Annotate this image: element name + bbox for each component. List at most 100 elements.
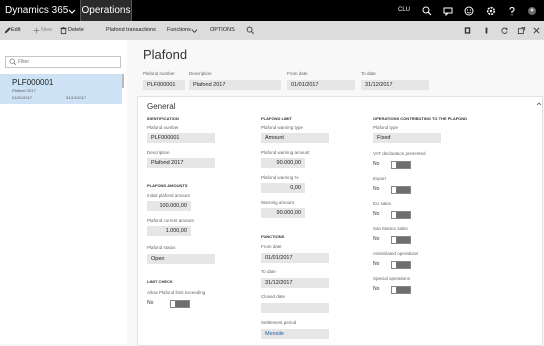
filter-box[interactable] xyxy=(5,56,121,68)
search-icon[interactable] xyxy=(246,26,255,35)
header-description-field[interactable]: Plafond 2017 xyxy=(189,80,281,90)
description-field[interactable]: Plafond 2017 xyxy=(147,158,215,168)
san-marino-sales-value: No xyxy=(373,236,380,242)
export-toggle[interactable] xyxy=(391,186,411,194)
vat-declaration-value: No xyxy=(373,161,380,167)
plafond-limit-heading: PLAFOND LIMIT xyxy=(261,116,292,121)
options-tab[interactable]: OPTIONS xyxy=(210,21,235,40)
plafond-number-label: Plafond number xyxy=(147,125,179,130)
closed-date-label: Closed date xyxy=(261,294,286,299)
vat-declaration-label: VAT declaration presented xyxy=(373,151,426,156)
refresh-icon[interactable] xyxy=(500,26,509,35)
settlement-period-field[interactable]: Mensile xyxy=(261,329,329,339)
close-icon[interactable] xyxy=(532,26,541,35)
plafond-amounts-heading: PLAFOND AMOUNTS xyxy=(147,183,188,188)
functions-from-date-label: From date xyxy=(261,244,282,249)
eu-sales-toggle[interactable] xyxy=(391,211,411,219)
special-operations-toggle[interactable] xyxy=(391,286,411,294)
list-item-description: Plafond 2017 xyxy=(12,88,36,93)
settlement-period-label: Settlement period xyxy=(261,320,297,325)
plafond-type-label: Plafond type xyxy=(373,125,399,130)
initial-amount-field[interactable]: 100.000,00 xyxy=(147,201,191,211)
eu-sales-label: EU sales xyxy=(373,201,392,206)
attachment-icon[interactable] xyxy=(482,26,491,35)
export-value: No xyxy=(373,186,380,192)
gear-icon[interactable] xyxy=(486,6,496,16)
assimilated-operations-value: No xyxy=(373,261,380,267)
header-number-field[interactable]: PLF000001 xyxy=(143,80,185,90)
smiley-icon[interactable] xyxy=(464,6,474,16)
office-icon[interactable] xyxy=(463,26,472,35)
header-from-date-field[interactable]: 01/01/2017 xyxy=(287,80,355,90)
assimilated-operations-toggle[interactable] xyxy=(391,261,411,269)
allow-limit-exceeding-toggle[interactable] xyxy=(170,300,190,308)
current-amount-field[interactable]: 1.000,00 xyxy=(147,226,191,236)
chevron-down-icon[interactable] xyxy=(67,6,77,16)
initial-amount-label: Initial plafond amount xyxy=(147,193,190,198)
list-item-to-date: 31/12/2017 xyxy=(66,95,87,100)
header-number-label: Plafond number xyxy=(143,71,175,76)
eu-sales-value: No xyxy=(373,211,380,217)
chevron-up-icon[interactable] xyxy=(536,100,542,108)
operations-heading: OPERATIONS CONTRIBUTING TO THE PLAFOND xyxy=(373,116,468,121)
limit-check-heading: LIMIT CHECK xyxy=(147,279,173,284)
plafond-number-field[interactable]: PLF000001 xyxy=(147,133,215,143)
chat-icon[interactable] xyxy=(443,6,453,16)
warning-amount-label: Plafond warning amount xyxy=(261,150,310,155)
header-from-label: From date xyxy=(287,71,308,76)
warning-type-field[interactable]: Amount xyxy=(261,133,329,143)
warn-amount-field[interactable]: 90.000,00 xyxy=(261,208,305,218)
identification-heading: IDENTIFICATION xyxy=(147,116,179,121)
delete-button[interactable]: Delete xyxy=(68,21,84,40)
list-item-number: PLF000001 xyxy=(12,78,54,87)
new-button[interactable]: New xyxy=(41,21,52,40)
module-name[interactable]: Operations xyxy=(80,0,132,21)
warning-amount-field[interactable]: 90.000,00 xyxy=(261,158,305,168)
vat-declaration-toggle[interactable] xyxy=(391,161,411,169)
allow-limit-exceeding-value: No xyxy=(147,300,154,306)
plafond-status-label: Plafond status xyxy=(147,245,176,250)
header-to-label: To date xyxy=(361,71,376,76)
chevron-down-icon[interactable] xyxy=(190,26,199,35)
current-amount-label: Plafond current amount xyxy=(147,218,194,223)
plafond-status-field[interactable]: Open xyxy=(147,254,215,264)
allow-limit-exceeding-label: Allow Plafond limit exceeding xyxy=(147,290,206,295)
warning-percent-field[interactable]: 0,00 xyxy=(261,183,305,193)
plafond-type-field[interactable]: Fixed xyxy=(373,133,441,143)
help-icon[interactable] xyxy=(507,6,517,16)
functions-menu[interactable]: Functions xyxy=(167,21,191,40)
warning-percent-label: Plafond warning % xyxy=(261,175,299,180)
general-fasttab-title[interactable]: General xyxy=(147,102,175,111)
company-picker[interactable]: CLU xyxy=(398,0,410,21)
warning-type-label: Plafond warning type xyxy=(261,125,304,130)
list-item[interactable]: PLF000001 Plafond 2017 01/01/2017 31/12/… xyxy=(0,74,122,104)
search-icon xyxy=(9,58,17,66)
functions-heading: FUNCTIONS xyxy=(261,234,285,239)
header-to-date-field[interactable]: 31/12/2017 xyxy=(361,80,429,90)
list-scrollbar[interactable] xyxy=(122,74,124,88)
closed-date-field[interactable] xyxy=(261,303,329,313)
toggle-knob xyxy=(392,262,397,268)
search-icon[interactable] xyxy=(422,6,432,16)
action-pane: Edit New Delete Plafond transactions Fun… xyxy=(0,21,544,41)
edit-button[interactable]: Edit xyxy=(11,21,20,40)
record-list-pane: PLF000001 Plafond 2017 01/01/2017 31/12/… xyxy=(0,40,128,344)
app-title[interactable]: Dynamics 365 xyxy=(5,0,68,21)
toggle-knob xyxy=(392,237,397,243)
open-in-new-window-icon[interactable] xyxy=(517,26,526,35)
san-marino-sales-toggle[interactable] xyxy=(391,236,411,244)
functions-to-date-field[interactable]: 31/12/2017 xyxy=(261,278,329,288)
assimilated-operations-label: Assimilated operations xyxy=(373,251,419,256)
functions-from-date-field[interactable]: 01/01/2017 xyxy=(261,253,329,263)
toggle-knob xyxy=(392,212,397,218)
general-fasttab: General IDENTIFICATION Plafond number PL… xyxy=(137,96,543,346)
top-navigation-bar: Dynamics 365 Operations CLU xyxy=(0,0,544,21)
plafond-transactions-button[interactable]: Plafond transactions xyxy=(106,21,156,40)
user-icon[interactable] xyxy=(527,6,537,16)
toggle-knob xyxy=(171,301,176,307)
filter-input[interactable] xyxy=(18,57,118,67)
trash-icon[interactable] xyxy=(59,26,68,35)
toggle-knob xyxy=(392,287,397,293)
plus-icon[interactable] xyxy=(32,26,41,35)
page-title: Plafond xyxy=(143,47,188,62)
